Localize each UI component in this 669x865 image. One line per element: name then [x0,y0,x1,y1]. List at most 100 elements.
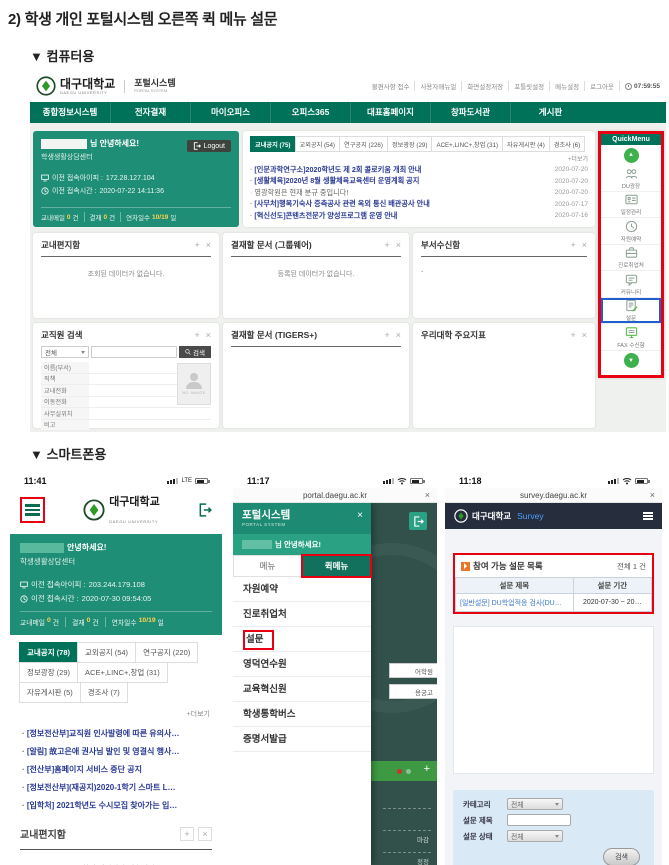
widget-add-button[interactable]: + [384,330,389,340]
logout-icon[interactable] [198,503,212,517]
widget-add-button[interactable]: + [194,330,199,340]
tab-family-events[interactable]: 경조사 (7) [80,682,128,703]
link-menu-settings[interactable]: 메뉴설정 [550,81,585,91]
notice-row[interactable]: [입학처] 2021학년도 수시모집 찾아가는 입… [22,800,210,811]
hamburger-menu-icon[interactable] [25,504,40,516]
mail-count[interactable]: 교내메일0건 [20,617,66,627]
nav-e-approval[interactable]: 전자결재 [110,102,190,123]
nav-integrated-info[interactable]: 종합정보시스템 [30,102,110,123]
leave-count[interactable]: 연차일수10/19일 [121,212,181,222]
widget-close-button[interactable]: × [396,240,401,250]
hamburger-menu-icon[interactable] [643,511,653,522]
widget-add-button[interactable]: + [570,240,575,250]
approval-count[interactable]: 결재0건 [85,212,122,222]
close-icon[interactable]: × [650,490,655,500]
tab-external-notice[interactable]: 교외공지 (54) [295,136,341,152]
quickmenu-item-resource-reservation[interactable]: 자원예약 [601,218,661,245]
tab-family-events[interactable]: 경조사 (6) [549,136,585,152]
tab-ace-linc[interactable]: ACE+,LINC+,창업 (31) [431,136,503,152]
drawer-item-career-office[interactable]: 진로취업처 [233,602,371,627]
status-time: 11:17 [247,476,270,486]
quickmenu-item-survey[interactable]: 설문 [601,298,661,325]
tab-research-notice[interactable]: 연구공지 (220) [135,642,198,663]
search-button[interactable]: 검색 [603,848,640,865]
widget-add-button[interactable]: + [194,240,199,250]
approval-count[interactable]: 결재0건 [66,617,106,627]
widget-add-button[interactable]: + [384,240,389,250]
drawer-close-icon[interactable]: × [357,510,363,521]
widget-add-button[interactable]: + [180,827,194,841]
carousel-dot[interactable] [406,769,411,774]
link-manual[interactable]: 사용자매뉴얼 [415,81,462,91]
tab-external-notice[interactable]: 교외공지 (54) [77,642,136,663]
university-logo[interactable]: 대구대학교 DAEGU UNIVERSITY 포털시스템 PORTAL SYST… [36,76,176,96]
notice-row[interactable]: [전산부]홈페이지 서비스 중단 공지 [22,764,210,775]
link-save-screen[interactable]: 화면설정저장 [462,81,509,91]
tab-free-board[interactable]: 자유게시판 (4) [502,136,550,152]
link-portlet-settings[interactable]: 포틀릿설정 [509,81,550,91]
widget-close-button[interactable]: × [206,240,211,250]
drawer-item-yeongdeok-center[interactable]: 영덕연수원 [233,652,371,677]
tab-info-plaza[interactable]: 정보광장 (29) [19,662,78,683]
quickmenu-item-career-office[interactable]: 진로취업처 [601,245,661,272]
quickmenu-item-community[interactable]: 커뮤니티 [601,271,661,298]
drawer-item-certificate-issue[interactable]: 증명서발급 [233,727,371,752]
drawer-item-commuter-bus[interactable]: 학생통학버스 [233,702,371,727]
category-select[interactable]: 전체 [507,798,563,810]
widget-add-button[interactable]: + [424,763,430,775]
tab-ace-linc[interactable]: ACE+,LINC+,창업 (31) [77,662,168,683]
notice-row[interactable]: [정보전산부](재공지)2020-1학기 스마트 L… [22,782,210,793]
quickmenu-item-schedule[interactable]: 일정관리 [601,192,661,219]
nav-office365[interactable]: 오피스365 [270,102,350,123]
logout-button[interactable]: Logout [187,140,231,152]
widget-close-button[interactable]: × [582,330,587,340]
browser-url-bar[interactable]: portal.daegu.ac.kr × [233,488,437,503]
drawer-item-resource-reservation[interactable]: 자원예약 [233,577,371,602]
survey-status-select[interactable]: 전체 [507,830,563,842]
user-info-panel: 안녕하세요! 학생생활상담센터 이전 접속아이피 :203.244.179.10… [10,534,222,635]
staff-search-button[interactable]: 검색 [179,346,211,358]
quickmenu-item-du-plaza[interactable]: DU광장 [601,165,661,192]
tab-campus-notice[interactable]: 교내공지 (78) [19,642,78,663]
url-text: survey.daegu.ac.kr [520,491,587,500]
status-bar: 11:17 [233,472,437,488]
more-link[interactable]: +더보기 [10,703,222,719]
widget-close-button[interactable]: × [396,330,401,340]
mail-count[interactable]: 교내메일0건 [41,212,85,222]
quickmenu-item-fax-inbox[interactable]: FAX 수신함 [601,324,661,351]
drawer-item-education-innovation[interactable]: 교육혁신원 [233,677,371,702]
drawer-item-survey[interactable]: 설문 [233,627,371,652]
tab-research-notice[interactable]: 연구공지 (226) [339,136,388,152]
quickmenu-scroll-up-button[interactable]: ▲ [624,148,639,163]
widget-close-button[interactable]: × [206,330,211,340]
widget-close-button[interactable]: × [582,240,587,250]
close-icon[interactable]: × [425,490,430,500]
university-name: 대구대학교 [472,510,511,522]
logout-icon[interactable] [409,512,427,530]
link-logout[interactable]: 로그아웃 [585,81,620,91]
notice-row[interactable]: [알림] 故고은애 권사님 발인 및 영결식 행사… [22,746,210,757]
exit-icon [193,142,201,150]
nav-board[interactable]: 게시판 [510,102,590,123]
quickmenu-scroll-down-button[interactable]: ▼ [624,353,639,368]
nav-library[interactable]: 창파도서관 [430,102,510,123]
nav-homepage[interactable]: 대표홈페이지 [350,102,430,123]
carousel-dot-active[interactable] [397,769,402,774]
browser-url-bar[interactable]: survey.daegu.ac.kr × [445,488,662,503]
survey-title-input[interactable] [507,814,571,826]
more-link[interactable]: +더보기 [250,154,588,163]
tab-campus-notice[interactable]: 교내공지 (75) [250,136,296,152]
notice-row[interactable]: [정보전산부]교직원 인사발령에 따른 유의사… [22,728,210,739]
nav-my-office[interactable]: 마이오피스 [190,102,270,123]
staff-filter-select[interactable]: 전체 [41,346,89,358]
tab-free-board[interactable]: 자유게시판 (5) [19,682,81,703]
leave-count[interactable]: 연차일수10/19일 [106,617,170,627]
widget-add-button[interactable]: + [570,330,575,340]
tab-quickmenu-red-annotation[interactable]: 퀵메뉴 [302,555,371,577]
widget-close-button[interactable]: × [198,827,212,841]
survey-link[interactable]: [일반설문] DU학업적응 검사(DU… [456,594,574,612]
tab-menu[interactable]: 메뉴 [233,555,302,577]
tab-info-plaza[interactable]: 정보광장 (29) [387,136,433,152]
staff-search-input[interactable] [91,346,177,358]
link-feedback[interactable]: 불편사항 접수 [367,81,416,91]
